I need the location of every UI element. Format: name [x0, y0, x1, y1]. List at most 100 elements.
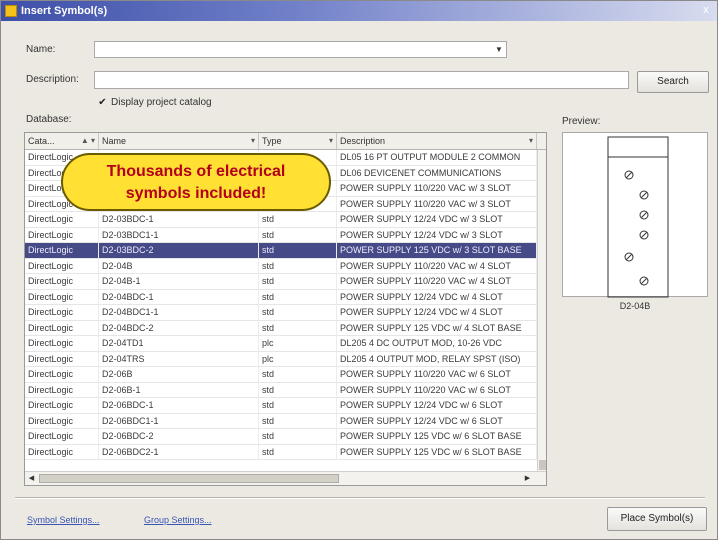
display-catalog-label: Display project catalog: [111, 97, 212, 108]
display-catalog-checkbox[interactable]: ✔: [97, 97, 108, 108]
catalog-cell: DirectLogic: [25, 258, 99, 274]
place-symbols-button[interactable]: Place Symbol(s): [607, 507, 707, 531]
catalog-cell: DirectLogic: [25, 382, 99, 398]
column-header-description[interactable]: Description ▾: [337, 133, 537, 149]
catalog-cell: DirectLogic: [25, 429, 99, 444]
sort-icon[interactable]: ▾: [251, 133, 255, 149]
catalog-cell: DirectLogic: [25, 413, 99, 429]
description-cell: POWER SUPPLY 12/24 VDC w/ 3 SLOT: [337, 227, 537, 243]
name-label: Name:: [26, 44, 56, 55]
column-header-name[interactable]: Name ▾: [99, 133, 259, 149]
app-icon: [5, 5, 17, 17]
table-row[interactable]: DirectLogic D2-04TRS plc DL205 4 OUTPUT MOD…: [25, 351, 546, 367]
description-cell: POWER SUPPLY 125 VDC w/ 6 SLOT BASE: [337, 444, 537, 460]
insert-symbol-dialog: Insert Symbol(s) x Name: ▼ Description: …: [0, 0, 718, 540]
description-cell: POWER SUPPLY 12/24 VDC w/ 6 SLOT: [337, 398, 537, 413]
table-row[interactable]: DirectLogic D2-04BDC1-1 std POWER SUPPLY 12…: [25, 305, 546, 321]
catalog-cell: DirectLogic: [25, 367, 99, 382]
type-cell: std: [259, 289, 337, 305]
type-cell: std: [259, 212, 337, 227]
type-cell: std: [259, 305, 337, 320]
table-row[interactable]: DirectLogic D2-06BDC-2 std POWER SUPPLY 125…: [25, 429, 546, 445]
scroll-right-icon[interactable]: ▶: [522, 473, 533, 484]
description-cell: POWER SUPPLY 110/220 VAC w/ 3 SLOT: [337, 181, 537, 196]
sort-icon[interactable]: ▲ ▾: [81, 133, 95, 149]
description-cell: POWER SUPPLY 110/220 VAC w/ 3 SLOT: [337, 196, 537, 212]
table-row[interactable]: DirectLogic D2-03BDC-1 std POWER SUPPLY 12/…: [25, 212, 546, 228]
type-cell: std: [259, 444, 337, 460]
description-cell: DL205 4 DC OUTPUT MOD, 10-26 VDC: [337, 336, 537, 351]
name-combobox[interactable]: ▼: [94, 41, 507, 58]
catalog-cell: DirectLogic: [25, 351, 99, 367]
type-cell: std: [259, 320, 337, 336]
sort-icon[interactable]: ▾: [529, 133, 533, 149]
type-cell: std: [259, 429, 337, 444]
description-cell: DL06 DEVICENET COMMUNICATIONS: [337, 165, 537, 181]
table-row[interactable]: DirectLogic D2-03BDC-2 std POWER SUPPLY 125…: [25, 243, 546, 259]
preview-label: Preview:: [562, 116, 601, 127]
description-input[interactable]: [94, 71, 629, 89]
name-cell: D2-06BDC-2: [99, 429, 259, 444]
table-row[interactable]: DirectLogic D2-06BDC2-1 std POWER SUPPLY 12…: [25, 444, 546, 460]
type-cell: plc: [259, 351, 337, 367]
description-cell: POWER SUPPLY 12/24 VDC w/ 4 SLOT: [337, 289, 537, 305]
table-row[interactable]: DirectLogic D2-04B-1 std POWER SUPPLY 110/2…: [25, 274, 546, 290]
description-cell: POWER SUPPLY 110/220 VAC w/ 6 SLOT: [337, 367, 537, 382]
symbol-preview: [562, 132, 708, 298]
power-supply-symbol-icon: [607, 136, 669, 298]
description-cell: POWER SUPPLY 12/24 VDC w/ 4 SLOT: [337, 305, 537, 320]
title-bar[interactable]: Insert Symbol(s) x: [1, 1, 717, 21]
close-icon[interactable]: x: [699, 3, 713, 17]
description-cell: POWER SUPPLY 110/220 VAC w/ 4 SLOT: [337, 274, 537, 289]
callout-line-1: Thousands of electrical: [106, 163, 286, 180]
description-cell: DL205 4 OUTPUT MOD, RELAY SPST (ISO): [337, 351, 537, 367]
name-cell: D2-04TD1: [99, 336, 259, 351]
catalog-cell: DirectLogic: [25, 398, 99, 413]
catalog-cell: DirectLogic: [25, 243, 99, 258]
type-cell: std: [259, 367, 337, 382]
name-cell: D2-06BDC-1: [99, 398, 259, 413]
preview-caption: D2-04B: [619, 301, 651, 311]
table-row[interactable]: DirectLogic D2-06B std POWER SUPPLY 110/220…: [25, 367, 546, 383]
catalog-cell: DirectLogic: [25, 305, 99, 320]
description-cell: POWER SUPPLY 125 VDC w/ 4 SLOT BASE: [337, 320, 537, 336]
description-cell: POWER SUPPLY 125 VDC w/ 3 SLOT BASE: [337, 243, 537, 258]
description-cell: POWER SUPPLY 125 VDC w/ 6 SLOT BASE: [337, 429, 537, 444]
chevron-down-icon[interactable]: ▼: [492, 42, 506, 57]
type-cell: plc: [259, 336, 337, 351]
table-row[interactable]: DirectLogic D2-06B-1 std POWER SUPPLY 110/2…: [25, 382, 546, 398]
name-cell: D2-06BDC1-1: [99, 413, 259, 429]
scroll-left-icon[interactable]: ◀: [26, 473, 37, 484]
description-label: Description:: [26, 74, 79, 85]
name-cell: D2-04BDC1-1: [99, 305, 259, 320]
name-value: [95, 44, 98, 55]
vertical-scrollbar[interactable]: [537, 150, 546, 472]
sort-icon[interactable]: ▾: [329, 133, 333, 149]
name-cell: D2-04TRS: [99, 351, 259, 367]
table-row[interactable]: DirectLogic D2-06BDC-1 std POWER SUPPLY 12/…: [25, 398, 546, 414]
catalog-cell: DirectLogic: [25, 289, 99, 305]
symbol-settings-link[interactable]: Symbol Settings...: [27, 515, 100, 525]
scrollbar-thumb[interactable]: [539, 460, 546, 470]
name-cell: D2-04BDC-1: [99, 289, 259, 305]
group-settings-link[interactable]: Group Settings...: [144, 515, 212, 525]
catalog-cell: DirectLogic: [25, 212, 99, 227]
column-header-type[interactable]: Type ▾: [259, 133, 337, 149]
table-row[interactable]: DirectLogic D2-03BDC1-1 std POWER SUPPLY 12…: [25, 227, 546, 243]
table-row[interactable]: DirectLogic D2-04TD1 plc DL205 4 DC OUTPUT …: [25, 336, 546, 352]
horizontal-scrollbar[interactable]: ◀ ▶: [25, 471, 546, 485]
table-row[interactable]: DirectLogic D2-04BDC-2 std POWER SUPPLY 125…: [25, 320, 546, 336]
table-row[interactable]: DirectLogic D2-04B std POWER SUPPLY 110/220…: [25, 258, 546, 274]
search-button[interactable]: Search: [637, 71, 709, 93]
catalog-cell: DirectLogic: [25, 444, 99, 460]
type-cell: std: [259, 398, 337, 413]
table-row[interactable]: DirectLogic D2-06BDC1-1 std POWER SUPPLY 12…: [25, 413, 546, 429]
name-cell: D2-03BDC1-1: [99, 227, 259, 243]
name-cell: D2-04B-1: [99, 274, 259, 289]
callout-line-2: symbols included!: [125, 185, 267, 202]
table-row[interactable]: DirectLogic D2-04BDC-1 std POWER SUPPLY 12/…: [25, 289, 546, 305]
footer-divider: [15, 497, 705, 499]
type-cell: std: [259, 258, 337, 274]
column-header-catalog[interactable]: Cata... ▲ ▾: [25, 133, 99, 149]
scrollbar-thumb[interactable]: [39, 474, 339, 483]
